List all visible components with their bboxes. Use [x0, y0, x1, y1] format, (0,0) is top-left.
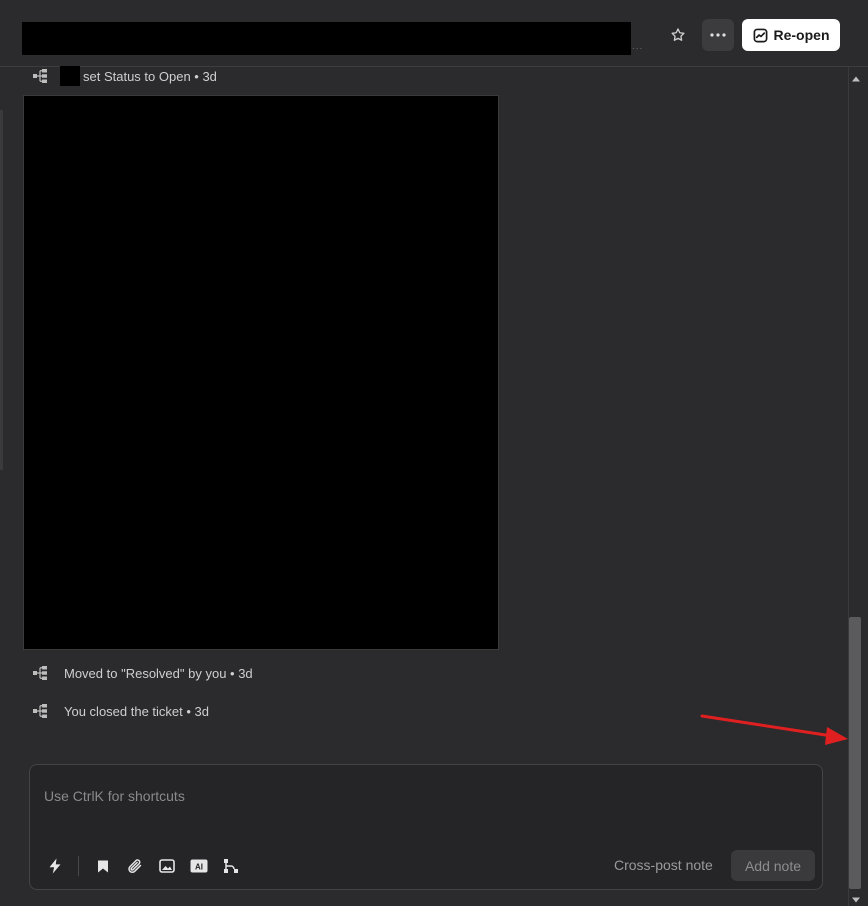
workflow-icon	[32, 703, 48, 719]
scroll-up-arrow-icon[interactable]	[851, 71, 861, 82]
knowledge-base-button[interactable]	[93, 856, 113, 876]
attach-file-button[interactable]	[125, 856, 145, 876]
workflow-icon	[32, 68, 48, 84]
reopen-button[interactable]: Re-open	[742, 19, 840, 51]
ai-icon: AI	[190, 859, 208, 873]
bookmark-icon	[98, 860, 108, 873]
title-overflow-dots: ...	[632, 41, 644, 52]
activity-text: You closed the ticket • 3d	[64, 703, 209, 719]
activity-text: Moved to "Resolved" by you • 3d	[64, 665, 253, 681]
activity-item: You closed the ticket • 3d	[32, 702, 209, 720]
left-panel-edge	[0, 110, 3, 470]
toolbar-divider	[78, 856, 79, 876]
add-note-button[interactable]: Add note	[731, 850, 815, 881]
activity-item: Moved to "Resolved" by you • 3d	[32, 664, 253, 682]
note-input[interactable]	[44, 785, 804, 807]
ticket-header: ... Re-open	[0, 0, 868, 67]
note-composer: AI Cross-post note Add note	[29, 764, 823, 890]
star-icon	[671, 28, 685, 41]
image-icon	[159, 859, 175, 873]
workflow-button[interactable]	[221, 856, 241, 876]
lightning-icon	[49, 858, 61, 874]
more-horizontal-icon	[710, 33, 726, 37]
cross-post-note-button[interactable]: Cross-post note	[614, 857, 713, 873]
activity-text: set Status to Open • 3d	[83, 68, 217, 84]
paperclip-icon	[128, 859, 142, 873]
shortcuts-button[interactable]	[45, 856, 65, 876]
branch-icon	[224, 859, 238, 873]
favorite-button[interactable]	[664, 21, 692, 49]
svg-text:AI: AI	[195, 863, 203, 872]
redacted-ticket-title	[22, 22, 631, 55]
reopen-icon	[753, 28, 767, 42]
insert-image-button[interactable]	[157, 856, 177, 876]
annotation-arrow-icon	[700, 714, 848, 745]
scroll-down-arrow-icon[interactable]	[851, 892, 861, 903]
redacted-image-attachment	[23, 95, 499, 650]
activity-item: set Status to Open • 3d	[32, 66, 217, 86]
ticket-view: ... Re-open set Status to Open • 3d Move…	[0, 0, 868, 906]
workflow-icon	[32, 665, 48, 681]
scrollbar-thumb[interactable]	[849, 617, 861, 889]
ai-assist-button[interactable]: AI	[189, 856, 209, 876]
reopen-label: Re-open	[773, 27, 830, 43]
more-options-button[interactable]	[702, 19, 734, 51]
redacted-user-avatar	[60, 66, 80, 86]
